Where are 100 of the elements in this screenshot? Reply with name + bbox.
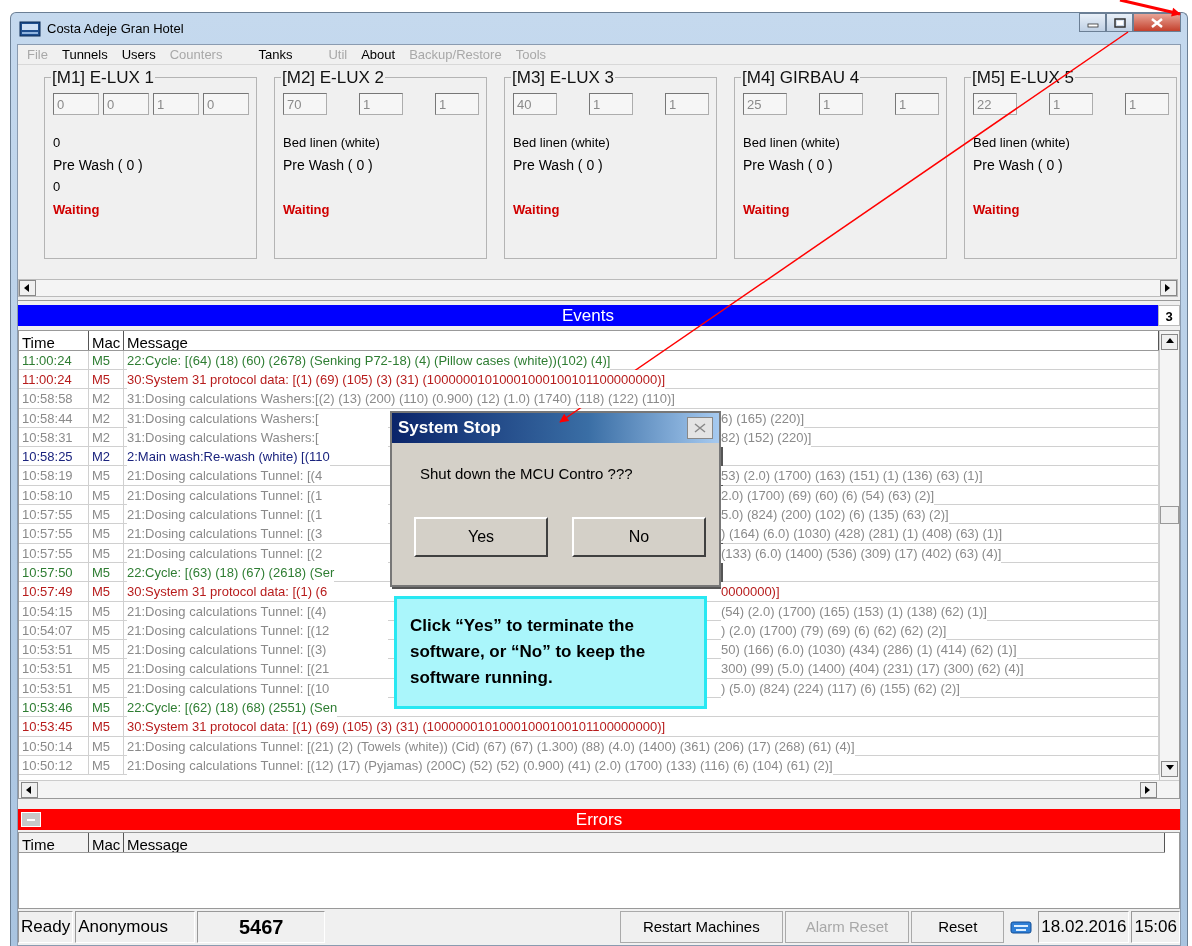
- table-cell: 10:53:51: [19, 678, 89, 698]
- input-field[interactable]: 1: [895, 93, 939, 115]
- scroll-right-icon[interactable]: [1160, 279, 1177, 296]
- menu-item[interactable]: About: [354, 44, 403, 65]
- dialog-button[interactable]: No: [572, 516, 706, 557]
- menu-item[interactable]: Tanks: [251, 44, 300, 65]
- table-cell: 0000000)]: [721, 582, 780, 602]
- menu-item[interactable]: Tunnels: [54, 44, 115, 65]
- column-header[interactable]: Mac: [89, 833, 124, 853]
- table-cell: 10:50:12: [19, 755, 89, 775]
- input-field[interactable]: 0: [103, 93, 149, 115]
- callout-note: Click “Yes” to terminate the software, or “No” to keep the software running.: [394, 595, 707, 709]
- close-button[interactable]: [1133, 13, 1181, 32]
- table-cell: ) (164) (6.0) (1030) (428) (281) (1) (408) (63) (1)]: [721, 524, 1003, 544]
- event-count: 3: [1158, 304, 1180, 326]
- input-field[interactable]: 70: [283, 93, 327, 115]
- machine-status: Waiting: [743, 201, 791, 219]
- minimize-button[interactable]: [1079, 13, 1106, 32]
- table-cell: M5: [89, 543, 124, 563]
- status-text: Ready: [18, 911, 74, 943]
- maximize-icon: [1113, 17, 1126, 28]
- table-cell: M5: [89, 698, 124, 718]
- vertical-scrollbar[interactable]: [1159, 330, 1179, 781]
- input-field[interactable]: 22: [973, 93, 1017, 115]
- table-cell: M5: [89, 678, 124, 698]
- table-cell: M5: [89, 717, 124, 737]
- maximize-button[interactable]: [1106, 13, 1133, 32]
- scroll-down-icon[interactable]: [1161, 761, 1178, 778]
- machine-status: Waiting: [283, 201, 331, 219]
- machine-info: Pre Wash ( 0 ): [743, 156, 834, 175]
- dialog-title: System Stop: [398, 416, 501, 439]
- table-cell: 10:57:55: [19, 505, 89, 525]
- table-cell: M5: [89, 659, 124, 679]
- table-cell: 5.0) (824) (200) (102) (6) (135) (63) (2)]: [721, 505, 949, 525]
- input-field[interactable]: 1: [819, 93, 863, 115]
- horizontal-scrollbar[interactable]: [18, 278, 1178, 297]
- machine-info: 0: [53, 178, 62, 196]
- status-button[interactable]: Reset: [911, 911, 1005, 943]
- machine-info: Bed linen (white): [283, 134, 381, 152]
- table-cell: M5: [89, 350, 124, 370]
- table-cell: 10:58:44: [19, 408, 89, 428]
- input-field[interactable]: 40: [513, 93, 557, 115]
- scroll-thumb[interactable]: [1160, 506, 1179, 525]
- input-field[interactable]: 25: [743, 93, 787, 115]
- machine-info: Bed linen (white): [743, 134, 841, 152]
- table-cell: M5: [89, 562, 124, 582]
- menu-item[interactable]: Users: [114, 44, 163, 65]
- table-cell: 10:58:58: [19, 389, 89, 409]
- scroll-right-icon[interactable]: [1140, 782, 1157, 799]
- date-display: 18.02.2016: [1038, 911, 1130, 943]
- machine-title: [M3] E-LUX 3: [511, 68, 616, 88]
- scroll-left-icon[interactable]: [19, 279, 36, 296]
- machine-info: Pre Wash ( 0 ): [973, 156, 1064, 175]
- table-cell: 10:50:14: [19, 736, 89, 756]
- table-cell: 10:53:45: [19, 717, 89, 737]
- table-cell: 10:53:51: [19, 640, 89, 660]
- table-cell: M5: [89, 524, 124, 544]
- input-field[interactable]: 1: [589, 93, 633, 115]
- table-cell: 10:58:19: [19, 466, 89, 486]
- input-field[interactable]: 1: [665, 93, 709, 115]
- scroll-left-icon[interactable]: [21, 782, 38, 799]
- events-header: Events: [18, 304, 1158, 326]
- machine-info: Bed linen (white): [973, 134, 1071, 152]
- table-cell: M5: [89, 370, 124, 389]
- input-field[interactable]: 1: [435, 93, 479, 115]
- machine-title: [M1] E-LUX 1: [51, 68, 156, 88]
- table-cell: M5: [89, 485, 124, 505]
- input-field[interactable]: 1: [1125, 93, 1169, 115]
- input-field[interactable]: 0: [53, 93, 99, 115]
- column-header[interactable]: Time: [19, 330, 89, 350]
- table-cell: M5: [89, 601, 124, 621]
- status-button[interactable]: Restart Machines: [619, 911, 783, 943]
- input-field[interactable]: 1: [1049, 93, 1093, 115]
- scroll-up-icon[interactable]: [1161, 333, 1178, 350]
- table-cell: 11:00:24: [19, 370, 89, 389]
- table-cell: 10:53:46: [19, 698, 89, 718]
- user-name: Anonymous: [75, 911, 196, 943]
- machine-info: Pre Wash ( 0 ): [513, 156, 604, 175]
- table-cell: M5: [89, 466, 124, 486]
- table-cell: M5: [89, 640, 124, 660]
- collapse-button[interactable]: [21, 812, 41, 828]
- input-field[interactable]: 1: [359, 93, 403, 115]
- annotation-arrow: [1119, 0, 1181, 17]
- table-cell: M5: [89, 505, 124, 525]
- keyboard-icon[interactable]: [1010, 920, 1033, 934]
- machine-title: [M4] GIRBAU 4: [741, 68, 861, 88]
- machine-status: Waiting: [973, 201, 1021, 219]
- horizontal-scrollbar[interactable]: [19, 780, 1179, 799]
- close-icon: [694, 422, 706, 433]
- input-field[interactable]: 0: [203, 93, 249, 115]
- column-header[interactable]: Time: [19, 833, 89, 853]
- table-cell: 10:53:51: [19, 659, 89, 679]
- column-header[interactable]: Mac: [89, 330, 124, 350]
- close-button[interactable]: [687, 416, 713, 439]
- input-field[interactable]: 1: [153, 93, 199, 115]
- machine-info: Pre Wash ( 0 ): [283, 156, 374, 175]
- dialog-button[interactable]: Yes: [414, 516, 548, 557]
- window-title: Costa Adeje Gran Hotel: [47, 19, 184, 38]
- table-cell: 53) (2.0) (1700) (163) (151) (1) (136) (63) (1)]: [721, 466, 983, 486]
- table-cell: M2: [89, 389, 124, 409]
